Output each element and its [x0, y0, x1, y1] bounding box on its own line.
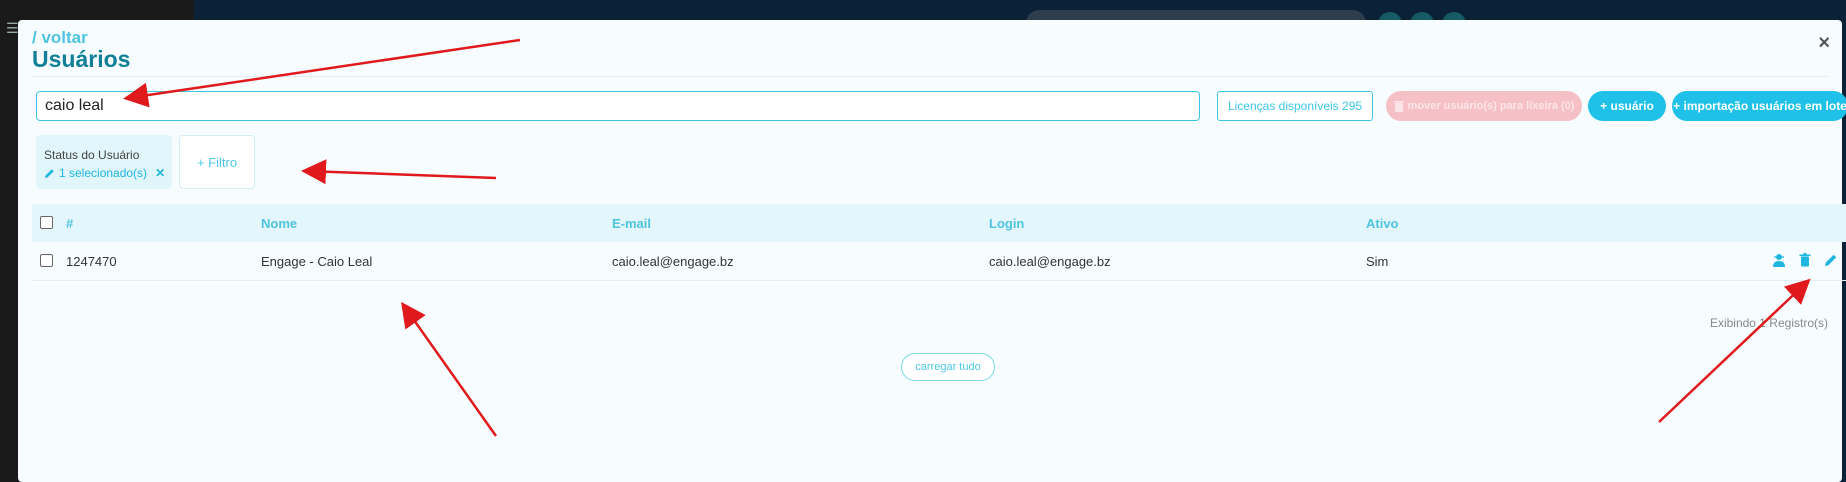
- status-filter-selected-label: 1 selecionado(s): [59, 166, 148, 180]
- remove-filter-icon[interactable]: ✕: [155, 166, 165, 180]
- pencil-icon[interactable]: [1824, 253, 1838, 267]
- row-login: caio.leal@engage.bz: [989, 254, 1111, 269]
- add-user-button[interactable]: + usuário: [1588, 91, 1666, 121]
- table-header: # Nome E-mail Login Ativo: [32, 204, 1846, 242]
- search-input[interactable]: [36, 91, 1200, 121]
- row-email: caio.leal@engage.bz: [612, 254, 734, 269]
- select-all-checkbox[interactable]: [40, 216, 53, 229]
- column-header-login: Login: [989, 216, 1025, 231]
- column-header-email: E-mail: [612, 216, 652, 231]
- trash-icon: [1393, 100, 1404, 112]
- status-filter-label: Status do Usuário: [44, 148, 140, 162]
- column-header-name: Nome: [261, 216, 298, 231]
- users-table: # Nome E-mail Login Ativo 1247470 Engage…: [32, 204, 1846, 281]
- status-filter-value[interactable]: 1 selecionado(s) ✕: [44, 166, 165, 180]
- divider: [32, 76, 1828, 77]
- move-to-trash-button[interactable]: mover usuário(s) para lixeira (0): [1386, 91, 1582, 121]
- pencil-icon: [45, 168, 54, 178]
- row-actions: [1772, 253, 1838, 267]
- close-icon[interactable]: ×: [1818, 32, 1830, 55]
- page-title: Usuários: [32, 46, 131, 72]
- column-header-id: #: [66, 216, 74, 231]
- row-checkbox[interactable]: [40, 254, 53, 267]
- move-to-trash-label: mover usuário(s) para lixeira (0): [1407, 100, 1575, 112]
- bulk-import-button[interactable]: + importação usuários em lote: [1672, 91, 1846, 121]
- row-active: Sim: [1366, 254, 1389, 269]
- user-secret-icon[interactable]: [1772, 253, 1786, 267]
- table-row[interactable]: 1247470 Engage - Caio Leal caio.leal@eng…: [32, 242, 1846, 281]
- background-menu-icon: ☰: [6, 20, 19, 36]
- trash-icon[interactable]: [1798, 253, 1812, 267]
- load-all-button[interactable]: carregar tudo: [901, 353, 995, 381]
- users-modal: / voltar Usuários × Licenças disponíveis…: [18, 20, 1846, 482]
- licenses-available-button[interactable]: Licenças disponíveis 295: [1217, 91, 1373, 121]
- status-filter-chip[interactable]: Status do Usuário 1 selecionado(s) ✕: [36, 135, 172, 189]
- records-count: Exibindo 1 Registro(s): [1709, 316, 1828, 330]
- add-filter-button[interactable]: + Filtro: [179, 135, 255, 189]
- back-link[interactable]: / voltar: [32, 28, 88, 48]
- row-name: Engage - Caio Leal: [261, 254, 373, 269]
- row-id: 1247470: [66, 254, 117, 269]
- column-header-active: Ativo: [1366, 216, 1399, 231]
